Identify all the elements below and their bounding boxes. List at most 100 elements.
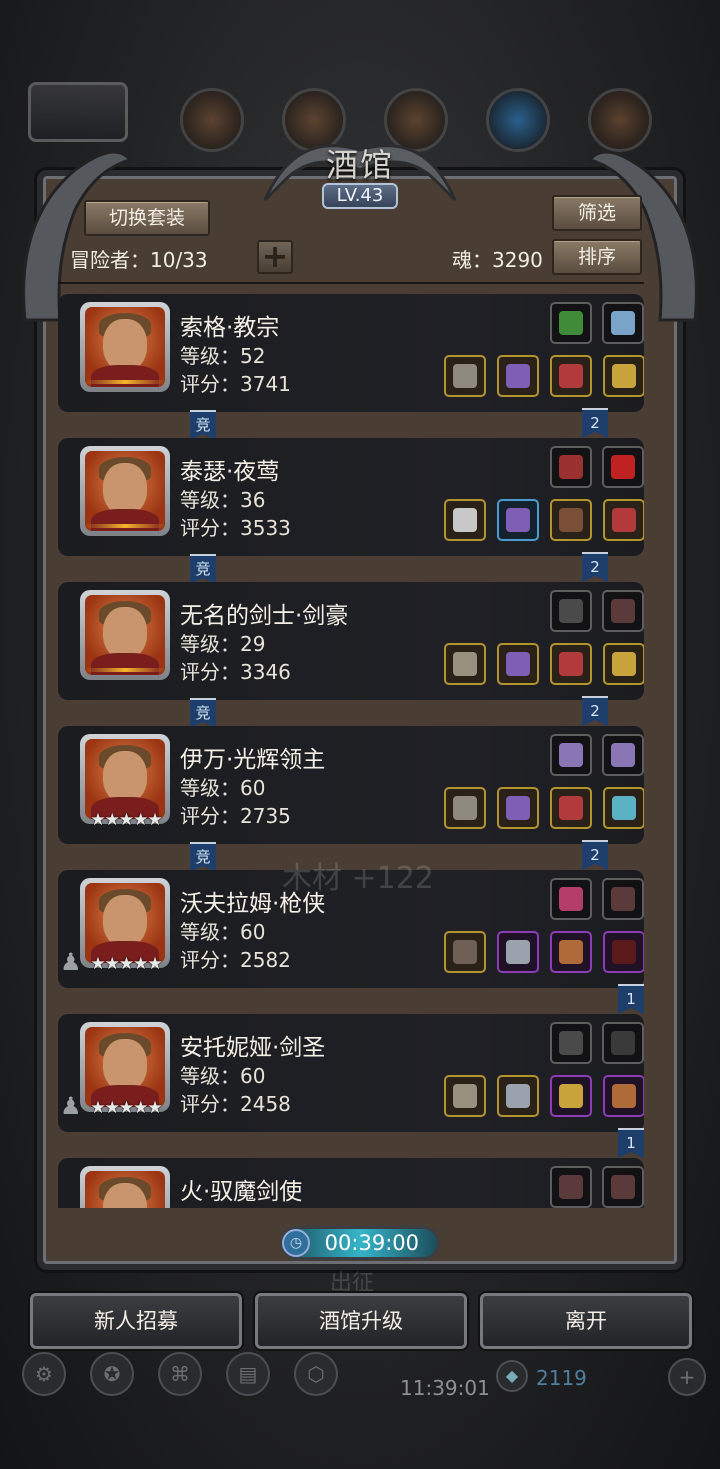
equip-slot[interactable] bbox=[497, 355, 539, 397]
upgrade-tavern-button[interactable]: 酒馆升级 bbox=[255, 1293, 467, 1349]
hero-name: 安托妮娅·剑圣 bbox=[180, 1035, 326, 1061]
settings-icon[interactable]: ⚙ bbox=[22, 1352, 66, 1396]
hero-card[interactable]: ★★★★★ 伊万·光辉领主 等级：60 评分：2735 bbox=[58, 726, 644, 844]
equip-slot[interactable] bbox=[497, 643, 539, 685]
pentagram-icon[interactable]: ✪ bbox=[90, 1352, 134, 1396]
hero-card[interactable]: 火·驭魔剑使 bbox=[58, 1158, 644, 1208]
equip-slot[interactable] bbox=[603, 355, 644, 397]
soul-count: 魂：3290 bbox=[452, 248, 543, 272]
equip-slot[interactable] bbox=[550, 878, 592, 920]
hero-card[interactable]: 索格·教宗 等级：52 评分：3741 bbox=[58, 294, 644, 412]
equip-slot[interactable] bbox=[602, 1166, 644, 1208]
hero-name: 伊万·光辉领主 bbox=[180, 747, 326, 773]
equip-slot[interactable] bbox=[603, 499, 644, 541]
equip-slot[interactable] bbox=[550, 1166, 592, 1208]
hero-name: 火·驭魔剑使 bbox=[180, 1179, 303, 1205]
statue-icon: ♟ bbox=[60, 1092, 82, 1120]
red-gem-icon bbox=[611, 455, 635, 479]
switch-outfit-button[interactable]: 切换套装 bbox=[84, 200, 210, 236]
cube-icon[interactable]: ⬡ bbox=[294, 1352, 338, 1396]
gem-icon: ◆ bbox=[496, 1360, 528, 1392]
equip-slot[interactable] bbox=[497, 1075, 539, 1117]
equip-slot[interactable] bbox=[602, 590, 644, 632]
hero-card[interactable]: ★★★★★ ♟ 安托妮娅·剑圣 等级：60 评分：2458 bbox=[58, 1014, 644, 1132]
equip-slot[interactable] bbox=[497, 787, 539, 829]
equip-slot[interactable] bbox=[603, 1075, 644, 1117]
equip-slot[interactable] bbox=[444, 1075, 486, 1117]
set-count-tag: 2 bbox=[582, 696, 608, 726]
hero-level: 等级：60 bbox=[180, 1064, 266, 1088]
crescent-moon-icon bbox=[80, 374, 170, 388]
gauntlet-icon bbox=[559, 1031, 583, 1055]
equip-slot[interactable] bbox=[550, 499, 592, 541]
set-count-tag: 2 bbox=[582, 840, 608, 870]
set-count-tag: 1 bbox=[618, 984, 644, 1014]
hero-portrait[interactable] bbox=[80, 1166, 170, 1208]
equip-slot[interactable] bbox=[550, 1022, 592, 1064]
equip-slot[interactable] bbox=[550, 787, 592, 829]
equip-slot[interactable] bbox=[602, 878, 644, 920]
tavern-level-badge: LV.43 bbox=[322, 183, 398, 209]
star-rating: ★★★★★ bbox=[90, 954, 162, 974]
potion-icon bbox=[559, 887, 583, 911]
equip-slot[interactable] bbox=[550, 734, 592, 776]
equip-slot[interactable] bbox=[550, 590, 592, 632]
curved-blade-icon bbox=[453, 508, 477, 532]
helmet-purple-icon bbox=[506, 508, 530, 532]
rifle-icon bbox=[453, 940, 477, 964]
hero-list[interactable]: 索格·教宗 等级：52 评分：3741 竞 2 泰瑟·夜莺 等级：36 评分：3533 竞 2 无名… bbox=[58, 286, 644, 1208]
sort-button[interactable]: 排序 bbox=[552, 239, 642, 275]
hero-score: 评分：2458 bbox=[180, 1092, 291, 1116]
sword-icon bbox=[453, 652, 477, 676]
red-helmet-icon bbox=[559, 652, 583, 676]
ring-icon bbox=[612, 364, 636, 388]
hero-level: 等级：52 bbox=[180, 344, 266, 368]
sword-icon bbox=[453, 1084, 477, 1108]
equip-slot[interactable] bbox=[550, 931, 592, 973]
leather-armor-icon bbox=[559, 508, 583, 532]
recruit-button[interactable]: 新人招募 bbox=[30, 1293, 242, 1349]
armor-icon bbox=[506, 1084, 530, 1108]
equip-slot[interactable] bbox=[602, 1022, 644, 1064]
hero-score: 评分：2582 bbox=[180, 948, 291, 972]
red-helmet-icon bbox=[559, 364, 583, 388]
hero-card[interactable]: 无名的剑士·剑豪 等级：29 评分：3346 bbox=[58, 582, 644, 700]
crystal-icon bbox=[559, 743, 583, 767]
hero-card[interactable]: 泰瑟·夜莺 等级：36 评分：3533 bbox=[58, 438, 644, 556]
hero-score: 评分：2735 bbox=[180, 804, 291, 828]
game-clock: 11:39:01 bbox=[400, 1376, 490, 1400]
star-rating: ★★★★★ bbox=[90, 1098, 162, 1118]
equip-slot[interactable] bbox=[602, 734, 644, 776]
equip-slot[interactable] bbox=[550, 355, 592, 397]
equip-slot[interactable] bbox=[603, 931, 644, 973]
hammer-icon bbox=[453, 796, 477, 820]
equip-slot[interactable] bbox=[444, 931, 486, 973]
ring-icon bbox=[612, 652, 636, 676]
add-gems-icon[interactable]: + bbox=[668, 1358, 706, 1396]
filter-button[interactable]: 筛选 bbox=[552, 195, 642, 231]
equip-slot[interactable] bbox=[550, 643, 592, 685]
rune-icon[interactable]: ⌘ bbox=[158, 1352, 202, 1396]
equip-slot[interactable] bbox=[444, 643, 486, 685]
add-adventurer-button[interactable]: + bbox=[257, 240, 293, 274]
boot-icon bbox=[611, 1031, 635, 1055]
arena-tag: 竞 bbox=[190, 698, 216, 728]
leave-button[interactable]: 离开 bbox=[480, 1293, 692, 1349]
equip-slot[interactable] bbox=[497, 931, 539, 973]
equip-slot[interactable] bbox=[550, 446, 592, 488]
equip-slot[interactable] bbox=[602, 446, 644, 488]
equip-slot[interactable] bbox=[444, 499, 486, 541]
equip-slot[interactable] bbox=[550, 1075, 592, 1117]
book-icon[interactable]: ▤ bbox=[226, 1352, 270, 1396]
feather-icon bbox=[611, 887, 635, 911]
equip-slot[interactable] bbox=[444, 355, 486, 397]
equip-slot[interactable] bbox=[603, 643, 644, 685]
helmet-purple-icon bbox=[506, 652, 530, 676]
equip-slot[interactable] bbox=[444, 787, 486, 829]
equip-slot[interactable] bbox=[550, 302, 592, 344]
hero-name: 泰瑟·夜莺 bbox=[180, 459, 280, 485]
equip-slot[interactable] bbox=[497, 499, 539, 541]
equip-slot[interactable] bbox=[602, 302, 644, 344]
armor-icon bbox=[506, 940, 530, 964]
equip-slot[interactable] bbox=[603, 787, 644, 829]
